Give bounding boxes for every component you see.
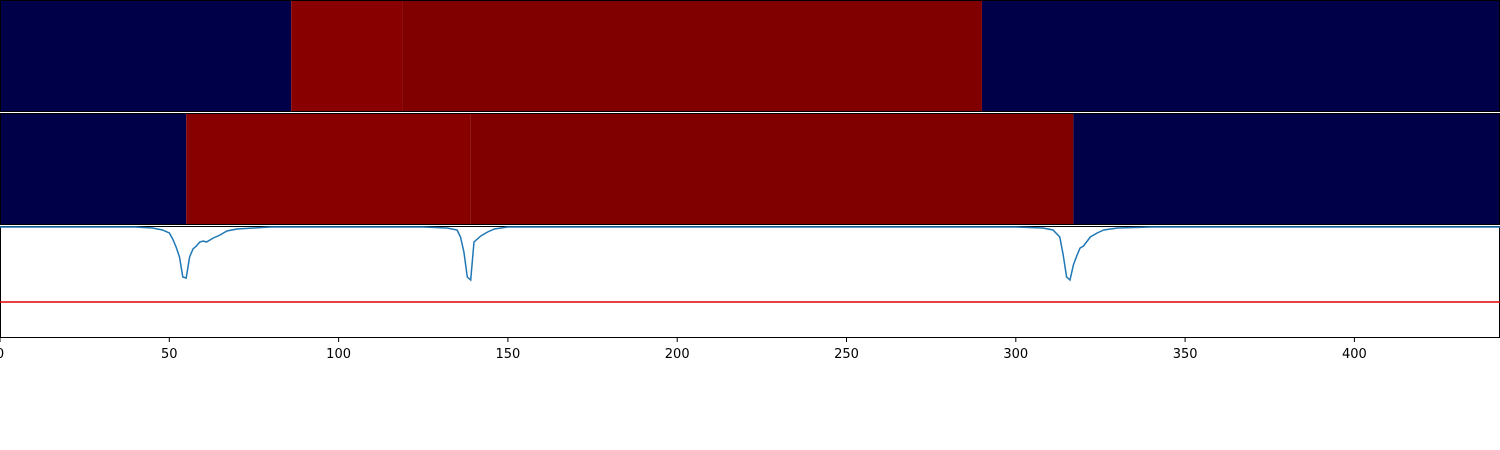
heatmap-middle-segment-3 [1073, 114, 1500, 224]
heatmap-middle [0, 114, 1500, 224]
x-tick-label-7: 350 [1173, 347, 1198, 362]
heatmap-middle-segment-0 [0, 114, 187, 224]
heatmap-top-segment-2 [402, 1, 982, 111]
x-tick-label-6: 300 [1003, 347, 1028, 362]
x-axis: 0 50 100 150 200 250 300 350 400 [0, 338, 1367, 362]
heatmap-middle-segment-2 [470, 114, 1074, 224]
x-tick-label-4: 200 [665, 347, 690, 362]
x-tick-label-2: 100 [326, 347, 351, 362]
line-panel [0, 226, 1500, 338]
heatmap-top-segment-1 [291, 1, 403, 111]
x-tick-label-8: 400 [1342, 347, 1367, 362]
x-tick-label-1: 50 [161, 347, 178, 362]
x-tick-label-0: 0 [0, 347, 4, 362]
heatmap-top-segment-3 [981, 1, 1500, 111]
heatmap-top [0, 1, 1500, 111]
x-tick-label-5: 250 [834, 347, 859, 362]
heatmap-middle-segment-1 [186, 114, 471, 224]
line-panel-frame [0, 226, 1500, 338]
x-tick-label-3: 150 [495, 347, 520, 362]
heatmap-top-segment-0 [0, 1, 292, 111]
chart-figure: 0 50 100 150 200 250 300 350 400 [0, 0, 1500, 362]
